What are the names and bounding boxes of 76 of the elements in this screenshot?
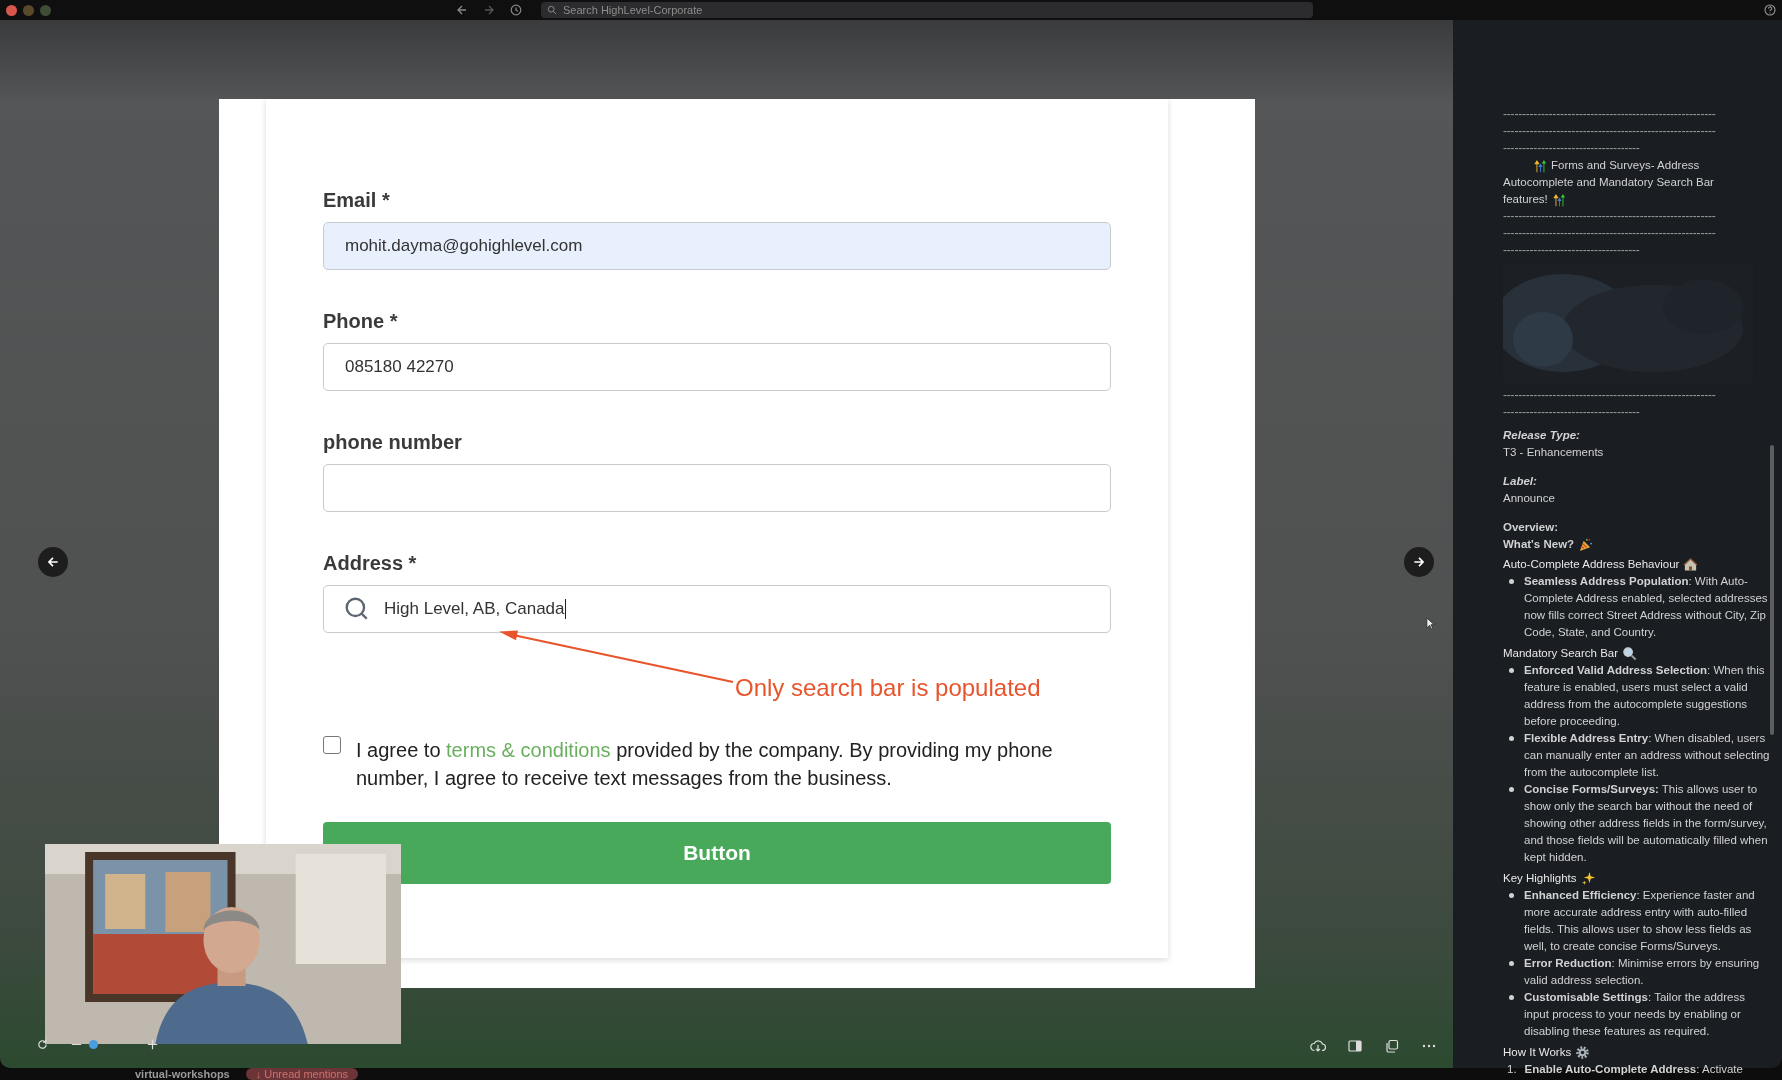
bullet-dot [1509,995,1514,1000]
party-popper-icon [1578,537,1594,552]
text-field[interactable]: 085180 42270 [323,343,1111,391]
arrow-left-icon [46,555,60,569]
dashed-rule-text: -------------------------------------------------------- [1503,106,1717,123]
search-icon [547,5,557,15]
field-value: Announce [1503,491,1556,506]
previous-button[interactable] [38,547,68,577]
bullet-item: Concise Forms/Surveys: This allows user to show only the search bar without the need of showing other address fields in the form/survey, and those fields will be automatically filled when kept hidden. [1524,782,1769,865]
help-icon[interactable] [1764,4,1776,16]
annotation-text: Only search bar is populated [735,674,1041,702]
dashed-rule-text: -------------------------------------------------------- [1503,123,1717,140]
empty-text-field[interactable] [323,464,1111,512]
copy-icon[interactable] [1384,1038,1400,1054]
close-window-button[interactable] [6,4,17,16]
dashed-rule-text: ------------------------------------ [1503,242,1641,259]
arrows-icon [1551,192,1566,207]
gear-icon [1575,1045,1591,1060]
field-label: Label: [1503,474,1538,489]
search-icon [1622,646,1638,661]
field-value: T3 - Enhancements [1503,445,1605,460]
channel-name[interactable]: virtual-workshops [135,1068,230,1080]
bullet-dot [1509,579,1514,584]
next-button[interactable] [1404,547,1434,577]
cursor-icon [1426,617,1435,630]
search-field[interactable]: Search HighLevel-Corporate [541,2,1313,18]
bullet-item: Enforced Valid Address Selection: When this feature is enabled, users must select a valid address from the autocomplete suggestions before proceeding. [1524,663,1766,729]
dashed-rule-text: -------------------------------------------------------- [1503,387,1717,404]
arrow-right-icon [1412,555,1426,569]
rotate-icon[interactable] [36,1038,49,1051]
consent-checkbox[interactable] [323,736,341,754]
bullet-item: Flexible Address Entry: When disabled, users can manually enter an address without selecting from the autocomplete list. [1524,731,1771,780]
scrollbar-thumb[interactable] [1770,445,1774,735]
field-label: Phone * [323,310,399,333]
text-field[interactable]: mohit.dayma@gohighlevel.com [323,222,1111,270]
bullet-dot [1509,787,1514,792]
bullet-dot [1509,668,1514,673]
section-heading: How It Works [1503,1045,1572,1060]
zoom-in-icon[interactable] [146,1038,159,1051]
post-title: Forms and Surveys- Address [1551,158,1700,173]
back-icon[interactable] [456,4,468,16]
bullet-item: Seamless Address Population: With Auto-Complete Address enabled, selected addresses now fills correct Street Address without City, Zip Code, State, and Country. [1524,574,1769,640]
consent-text: I agree to terms & conditions provided by the company. By providing my phone number, I agree to receive text messages from the business. [356,738,1054,791]
overview-label: Overview: [1503,520,1559,535]
section-heading: Key Highlights [1503,871,1577,886]
sparkle-icon [1580,871,1596,886]
dashed-rule-text: -------------------------------------------------------- [1503,225,1717,242]
section-heading: Mandatory Search Bar [1503,646,1619,661]
search-icon [344,596,370,622]
field-label: Release Type: [1503,428,1581,443]
bullet-dot [1509,893,1514,898]
bullet-item: Error Reduction: Minimise errors by ensuring valid address selection. [1524,956,1761,988]
post-title: Autocomplete and Mandatory Search Bar [1503,175,1714,190]
bullet-dot [1509,961,1514,966]
address-search-field[interactable]: High Level, AB, Canada [323,585,1111,633]
post-title: features! [1503,192,1548,207]
field-label: Email * [323,189,391,212]
field-label: Address * [323,552,418,575]
history-icon[interactable] [510,4,522,16]
house-icon [1683,557,1699,572]
field-label: phone number [323,431,463,454]
section-heading: Auto-Complete Address Behaviour [1503,557,1680,572]
forward-icon[interactable] [483,4,495,16]
bullet-item: Customisable Settings: Tailor the address input process to your needs by enabling or disabling these features as required. [1524,990,1746,1039]
dashed-rule-text: ------------------------------------ [1503,404,1641,421]
step-number: 1. [1507,1062,1517,1077]
arrows-icon [1533,158,1547,173]
bullet-dot [1509,736,1514,741]
dashed-rule-text: ------------------------------------ [1503,140,1641,157]
bullet-item: Enhanced Efficiency: Experience faster and more accurate address entry with auto-filled fields. This allows user to show less fields as well, to create concise Forms/Surveys. [1524,888,1756,954]
download-icon[interactable] [1310,1038,1326,1054]
zoom-slider-handle[interactable] [89,1040,98,1049]
sidebar-toggle-icon[interactable] [1347,1038,1363,1054]
dashed-rule-text: -------------------------------------------------------- [1503,208,1717,225]
step-text: Enable Auto-Complete Address: Activate [1524,1062,1743,1077]
whats-new-heading: What's New? [1503,537,1575,552]
